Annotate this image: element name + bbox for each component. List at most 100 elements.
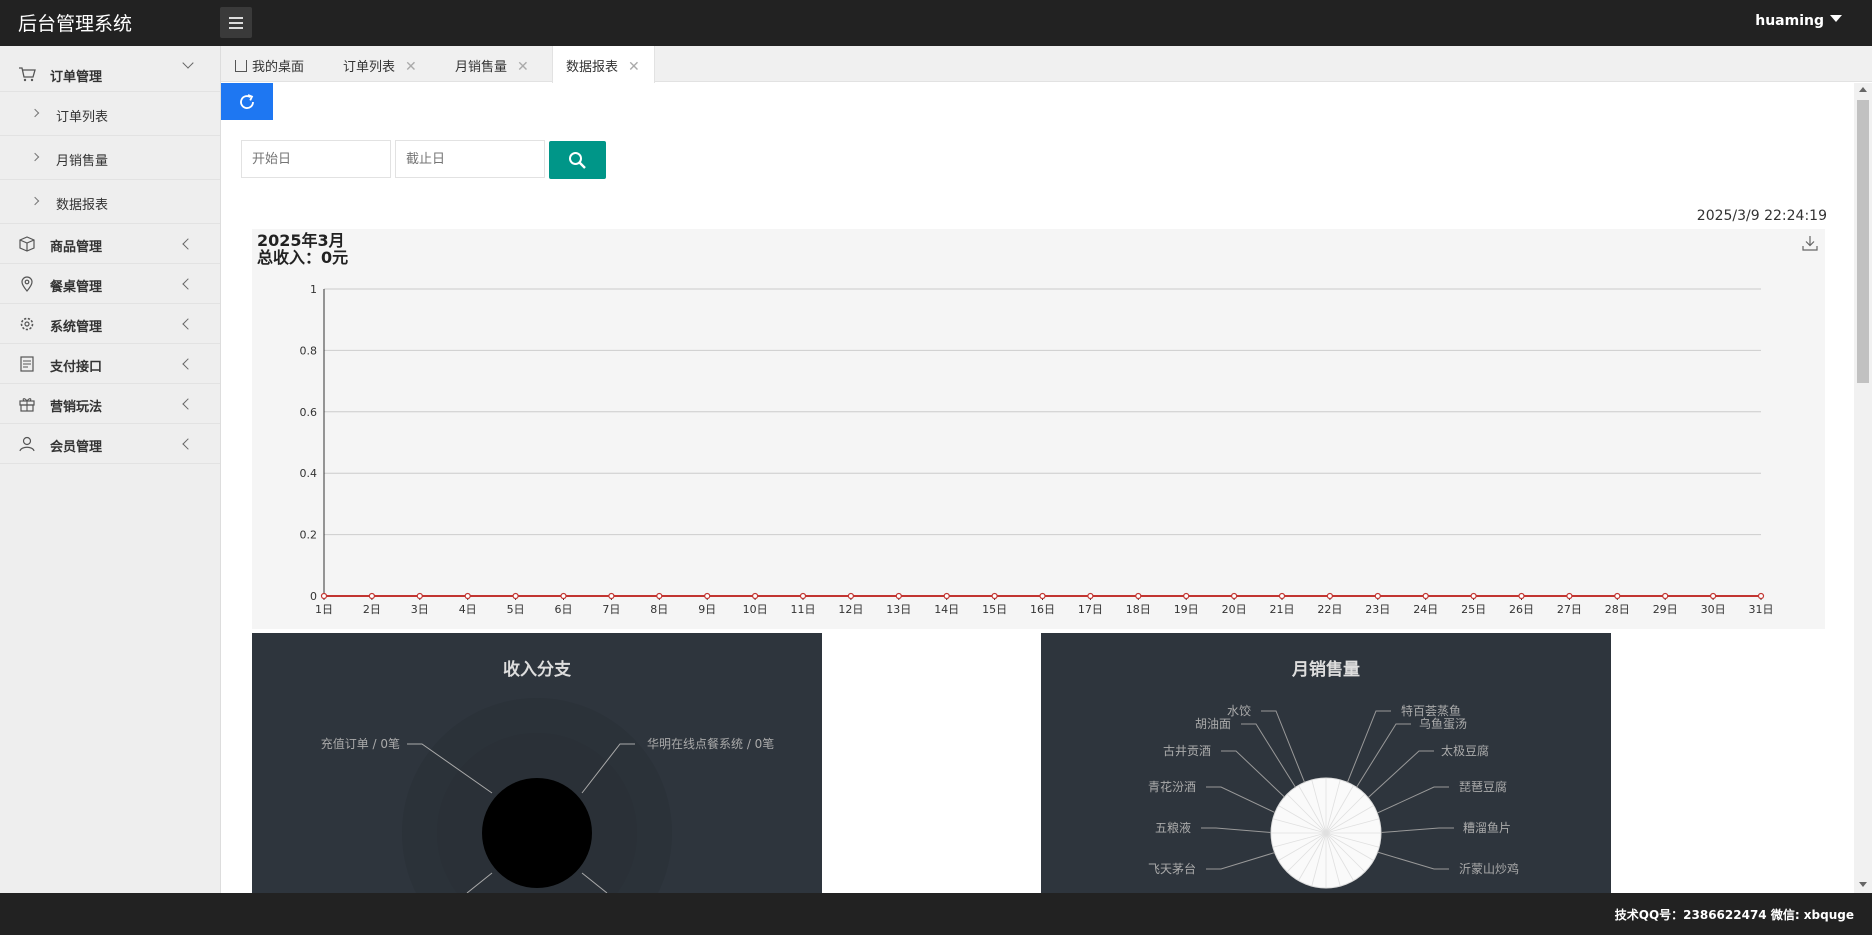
data-point	[512, 592, 519, 600]
data-point	[1183, 592, 1190, 600]
sidebar-group-label: 营销玩法	[50, 400, 103, 415]
data-point	[1278, 592, 1286, 600]
sidebar-item-order-list[interactable]: 订单列表	[0, 92, 220, 136]
x-tick-label: 15日	[982, 603, 1007, 616]
chevron-down-icon	[182, 57, 194, 69]
data-point	[1087, 592, 1094, 600]
x-tick-label: 24日	[1413, 603, 1438, 616]
caret-down-icon	[1830, 15, 1842, 22]
sidebar-group-members[interactable]: 会员管理	[0, 424, 220, 464]
footer: 技术QQ号：2386622474 微信: xbquge	[0, 893, 1872, 935]
chevron-left-icon	[182, 238, 194, 250]
label-leader-line	[1201, 827, 1272, 833]
scrollbar-thumb[interactable]	[1857, 100, 1869, 383]
sidebar-group-system[interactable]: 系统管理	[0, 304, 220, 344]
hamburger-icon-line	[229, 27, 243, 29]
label-leader-line	[1380, 827, 1454, 834]
tab-data-report[interactable]: 数据报表 ✕	[552, 46, 655, 83]
x-tick-label: 5日	[507, 603, 525, 616]
tab-bar: 我的桌面 订单列表 ✕ 月销售量 ✕ 数据报表 ✕	[221, 46, 1872, 83]
label-leader-line	[1241, 723, 1296, 788]
tab-label: 数据报表	[566, 60, 619, 75]
x-tick-label: 22日	[1317, 603, 1342, 616]
x-tick-label: 23日	[1365, 603, 1390, 616]
pie-label: 古井贡酒	[1163, 743, 1211, 758]
x-tick-label: 12日	[838, 603, 863, 616]
sidebar-item-label: 月销售量	[56, 154, 109, 169]
sidebar-group-label: 订单管理	[50, 70, 103, 85]
sidebar-item-data-report[interactable]: 数据报表	[0, 180, 220, 224]
user-menu[interactable]: huaming	[1755, 13, 1842, 29]
box-icon	[19, 236, 35, 252]
tab-label: 我的桌面	[252, 60, 305, 75]
data-point	[368, 592, 376, 600]
tab-label: 订单列表	[343, 60, 396, 75]
username: huaming	[1755, 13, 1824, 29]
sidebar-group-payment[interactable]: 支付接口	[0, 344, 220, 384]
sidebar-group-label: 系统管理	[50, 320, 103, 335]
label-leader-line	[1206, 852, 1275, 870]
pie-label: 太极豆腐	[1441, 743, 1489, 758]
sidebar-group-orders[interactable]: 订单管理	[0, 46, 220, 92]
close-icon[interactable]: ✕	[517, 59, 529, 75]
data-point	[1518, 592, 1525, 600]
tab-order-list[interactable]: 订单列表 ✕	[343, 46, 417, 82]
x-tick-label: 1日	[315, 603, 333, 616]
income-pie-chart: 充值订单 / 0笔 华明在线点餐系统 / 0笔	[321, 698, 774, 893]
search-button[interactable]	[549, 141, 606, 179]
close-icon[interactable]: ✕	[405, 59, 417, 75]
sidebar-group-marketing[interactable]: 营销玩法	[0, 384, 220, 424]
x-tick-label: 27日	[1557, 603, 1582, 616]
close-icon[interactable]: ✕	[628, 59, 640, 75]
start-date-input[interactable]	[241, 140, 391, 178]
tab-monthly-sales[interactable]: 月销售量 ✕	[455, 46, 529, 82]
scroll-up-arrow-icon[interactable]	[1859, 87, 1867, 92]
tab-desktop[interactable]: 我的桌面	[235, 46, 304, 82]
report-timestamp: 2025/3/9 22:24:19	[1696, 208, 1827, 224]
label-leader-line	[1377, 786, 1449, 814]
refresh-button[interactable]	[221, 83, 273, 120]
chevron-left-icon	[182, 358, 194, 370]
data-point	[1470, 592, 1477, 600]
data-point	[656, 592, 663, 600]
sidebar-group-products[interactable]: 商品管理	[0, 224, 220, 264]
income-pie-panel: 收入分支 充值订单 / 0笔 华明在线点餐系统 / 0笔	[252, 633, 822, 893]
chevron-left-icon	[182, 278, 194, 290]
y-tick-label: 0	[310, 590, 317, 603]
chevron-left-icon	[182, 318, 194, 330]
cart-icon	[19, 67, 36, 82]
end-date-input[interactable]	[395, 140, 545, 178]
x-tick-label: 6日	[555, 603, 573, 616]
pie-label: 糟溜鱼片	[1463, 820, 1511, 835]
data-point	[1326, 592, 1334, 600]
label-leader-line	[1206, 786, 1276, 814]
data-point	[1662, 592, 1669, 600]
label-leader-line	[1261, 710, 1306, 783]
chevron-right-icon	[30, 152, 40, 162]
data-point	[320, 592, 328, 600]
label-leader-line	[1221, 750, 1285, 798]
hamburger-icon-line	[229, 22, 243, 24]
data-point	[416, 592, 423, 600]
menu-toggle-button[interactable]	[220, 7, 252, 38]
x-tick-label: 18日	[1126, 603, 1151, 616]
pie-label: 水饺	[1227, 703, 1251, 718]
sidebar-group-tables[interactable]: 餐桌管理	[0, 264, 220, 304]
x-tick-label: 28日	[1605, 603, 1630, 616]
x-tick-label: 8日	[650, 603, 668, 616]
data-point	[464, 592, 471, 600]
data-point	[1422, 592, 1429, 600]
x-tick-label: 17日	[1078, 603, 1103, 616]
data-point	[799, 592, 807, 600]
pie-label: 乌鱼蛋汤	[1419, 716, 1467, 731]
x-tick-label: 25日	[1461, 603, 1486, 616]
payment-icon	[20, 356, 34, 372]
x-tick-label: 9日	[698, 603, 716, 616]
data-point	[608, 592, 615, 600]
scroll-down-arrow-icon[interactable]	[1859, 882, 1867, 887]
x-tick-label: 19日	[1174, 603, 1199, 616]
pie-label: 琵琶豆腐	[1459, 779, 1507, 794]
data-point	[847, 592, 855, 600]
x-tick-label: 14日	[934, 603, 959, 616]
sidebar-item-monthly-sales[interactable]: 月销售量	[0, 136, 220, 180]
